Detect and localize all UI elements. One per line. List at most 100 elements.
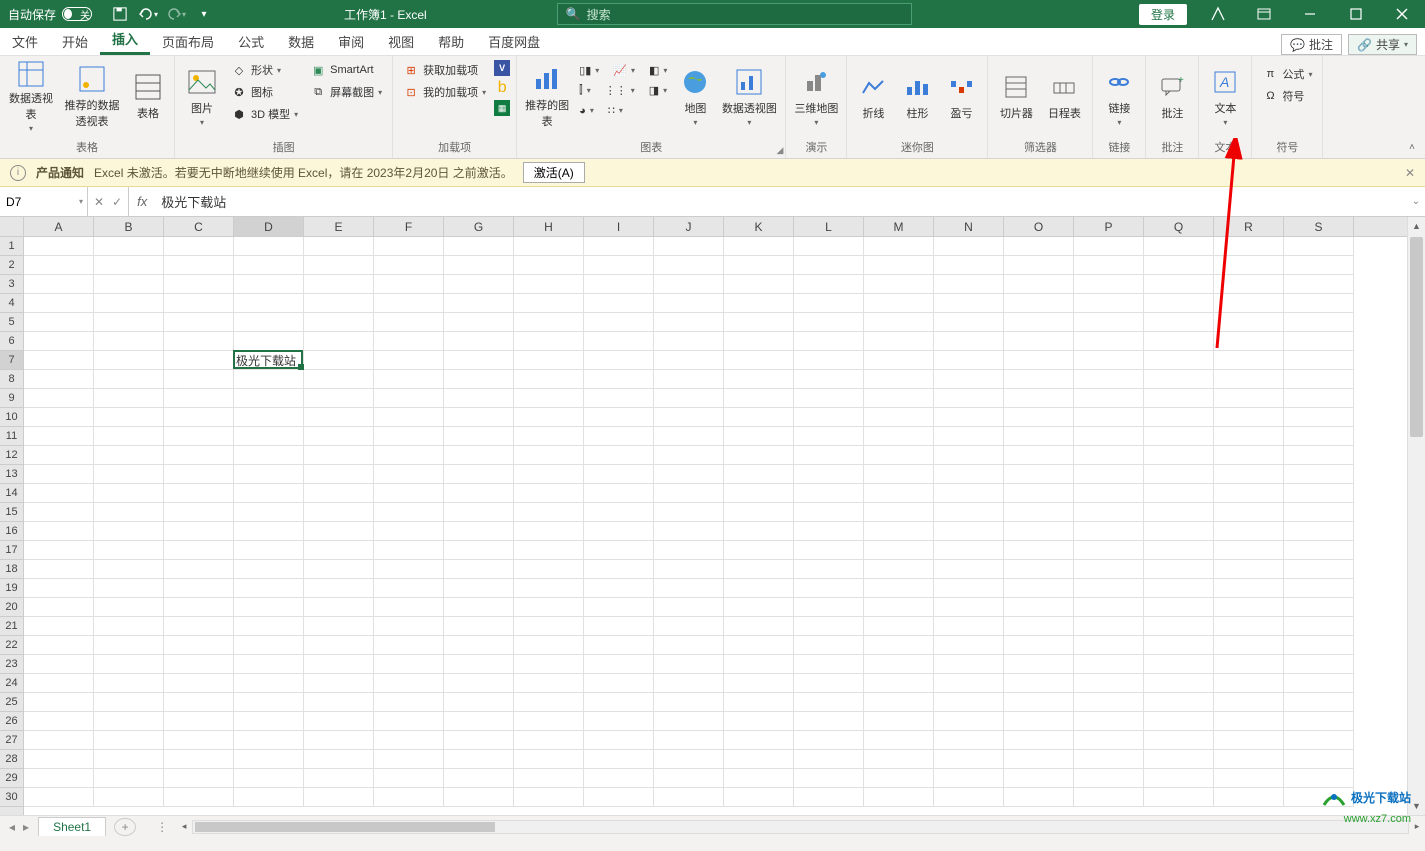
cell[interactable] bbox=[1004, 465, 1074, 484]
cell[interactable] bbox=[724, 313, 794, 332]
row-header-1[interactable]: 1 bbox=[0, 237, 23, 256]
cell[interactable] bbox=[1284, 427, 1354, 446]
cell[interactable] bbox=[374, 427, 444, 446]
cell[interactable] bbox=[1284, 693, 1354, 712]
cell[interactable] bbox=[724, 636, 794, 655]
cell[interactable] bbox=[794, 275, 864, 294]
cell[interactable] bbox=[934, 522, 1004, 541]
hscroll-thumb[interactable] bbox=[195, 822, 495, 832]
tab-page-layout[interactable]: 页面布局 bbox=[150, 28, 226, 55]
scroll-up-icon[interactable]: ▲ bbox=[1408, 217, 1425, 235]
cell[interactable] bbox=[1214, 332, 1284, 351]
cell[interactable] bbox=[304, 617, 374, 636]
cell[interactable] bbox=[234, 503, 304, 522]
cell[interactable] bbox=[24, 712, 94, 731]
cell[interactable] bbox=[654, 446, 724, 465]
cell[interactable] bbox=[654, 560, 724, 579]
cell[interactable] bbox=[24, 446, 94, 465]
cell[interactable] bbox=[24, 598, 94, 617]
tab-insert[interactable]: 插入 bbox=[100, 25, 150, 55]
autosave-switch[interactable]: 关 bbox=[62, 7, 92, 21]
row-header-18[interactable]: 18 bbox=[0, 560, 23, 579]
cell[interactable] bbox=[444, 370, 514, 389]
cell[interactable] bbox=[724, 617, 794, 636]
cell[interactable] bbox=[584, 408, 654, 427]
cell[interactable] bbox=[794, 446, 864, 465]
cell[interactable] bbox=[164, 446, 234, 465]
cell[interactable] bbox=[234, 655, 304, 674]
cell[interactable] bbox=[654, 313, 724, 332]
cell[interactable] bbox=[864, 389, 934, 408]
cell[interactable] bbox=[94, 731, 164, 750]
select-all-corner[interactable] bbox=[0, 217, 24, 237]
cell[interactable] bbox=[584, 655, 654, 674]
cell[interactable] bbox=[514, 598, 584, 617]
cell[interactable] bbox=[1144, 617, 1214, 636]
cell[interactable] bbox=[374, 617, 444, 636]
cell[interactable] bbox=[1074, 598, 1144, 617]
cell[interactable] bbox=[444, 617, 514, 636]
vscroll-thumb[interactable] bbox=[1410, 237, 1423, 437]
cell[interactable] bbox=[724, 465, 794, 484]
save-icon[interactable] bbox=[108, 2, 132, 26]
cell[interactable] bbox=[1214, 541, 1284, 560]
cell[interactable] bbox=[514, 674, 584, 693]
cell[interactable] bbox=[1214, 294, 1284, 313]
cell[interactable] bbox=[654, 522, 724, 541]
cell[interactable] bbox=[934, 484, 1004, 503]
cell[interactable] bbox=[724, 541, 794, 560]
row-header-11[interactable]: 11 bbox=[0, 427, 23, 446]
cell[interactable] bbox=[1284, 750, 1354, 769]
cell[interactable] bbox=[24, 769, 94, 788]
cell[interactable] bbox=[444, 408, 514, 427]
cell[interactable] bbox=[94, 655, 164, 674]
cell[interactable] bbox=[164, 598, 234, 617]
cell[interactable] bbox=[1214, 731, 1284, 750]
cell[interactable] bbox=[514, 275, 584, 294]
cells-area[interactable]: 极光下载站 bbox=[24, 237, 1407, 815]
cell[interactable] bbox=[584, 237, 654, 256]
cell[interactable] bbox=[374, 408, 444, 427]
cell[interactable] bbox=[1284, 351, 1354, 370]
cell[interactable] bbox=[654, 256, 724, 275]
column-header-S[interactable]: S bbox=[1284, 217, 1354, 236]
cell[interactable] bbox=[304, 275, 374, 294]
cell[interactable] bbox=[724, 693, 794, 712]
cell[interactable] bbox=[374, 503, 444, 522]
cell[interactable] bbox=[374, 541, 444, 560]
cell[interactable] bbox=[514, 503, 584, 522]
cell[interactable] bbox=[934, 693, 1004, 712]
column-header-E[interactable]: E bbox=[304, 217, 374, 236]
cell[interactable] bbox=[374, 370, 444, 389]
cell[interactable] bbox=[234, 275, 304, 294]
cell[interactable] bbox=[374, 712, 444, 731]
cell[interactable] bbox=[1004, 560, 1074, 579]
cell[interactable] bbox=[444, 351, 514, 370]
cell[interactable] bbox=[1074, 446, 1144, 465]
3d-models-button[interactable]: ⬢3D 模型▾ bbox=[227, 104, 302, 124]
cell[interactable] bbox=[1144, 693, 1214, 712]
cell[interactable] bbox=[94, 503, 164, 522]
cell[interactable] bbox=[654, 332, 724, 351]
cell[interactable] bbox=[584, 294, 654, 313]
cell[interactable] bbox=[1284, 446, 1354, 465]
cell[interactable] bbox=[654, 712, 724, 731]
cell[interactable] bbox=[794, 389, 864, 408]
cell[interactable] bbox=[444, 484, 514, 503]
cell[interactable] bbox=[1074, 351, 1144, 370]
cell[interactable] bbox=[1144, 750, 1214, 769]
cell[interactable] bbox=[934, 370, 1004, 389]
cell[interactable] bbox=[654, 408, 724, 427]
cell[interactable] bbox=[444, 769, 514, 788]
cell[interactable] bbox=[164, 617, 234, 636]
cell[interactable] bbox=[794, 636, 864, 655]
cell[interactable] bbox=[584, 731, 654, 750]
cell[interactable] bbox=[1144, 389, 1214, 408]
cell[interactable] bbox=[94, 427, 164, 446]
cell[interactable] bbox=[24, 351, 94, 370]
cell[interactable] bbox=[794, 427, 864, 446]
cell[interactable] bbox=[234, 617, 304, 636]
cell[interactable] bbox=[864, 237, 934, 256]
cell[interactable] bbox=[864, 465, 934, 484]
cell[interactable] bbox=[654, 617, 724, 636]
